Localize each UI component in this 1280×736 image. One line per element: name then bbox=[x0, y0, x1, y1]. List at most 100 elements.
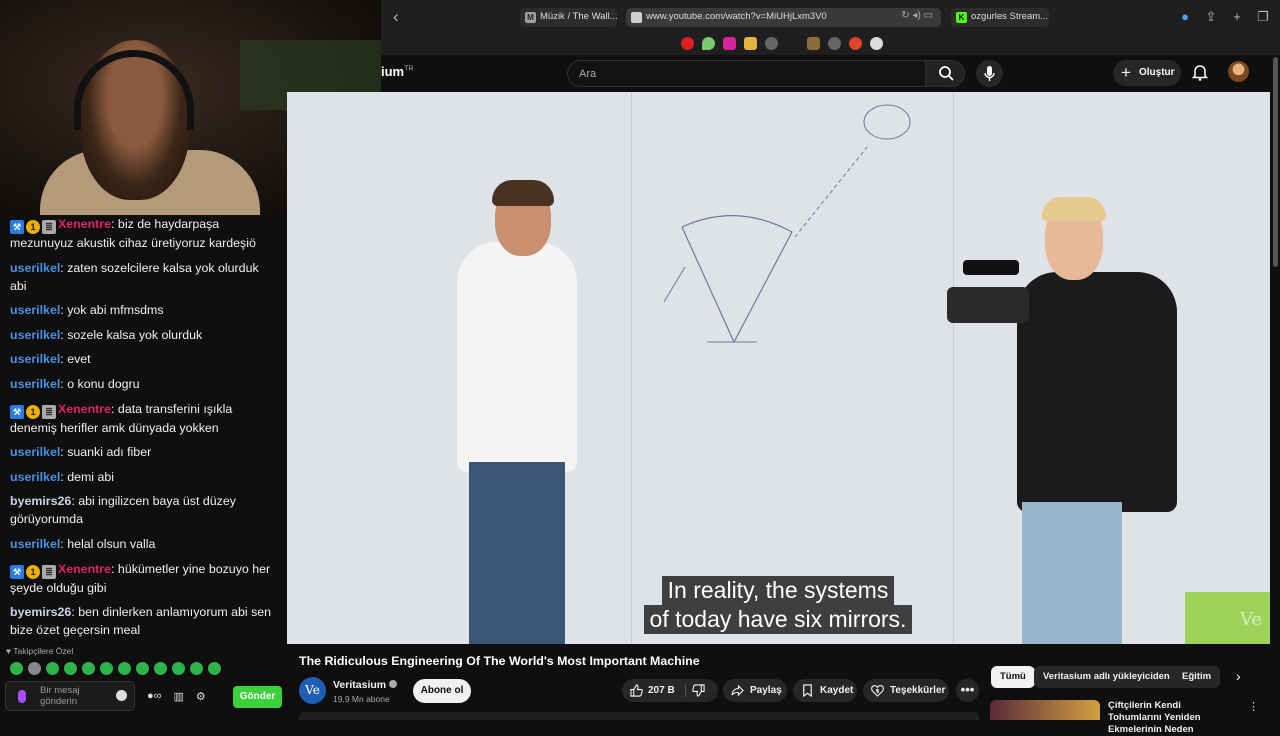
recommended-video-title[interactable]: Çiftçilerin Kendi Tohumlarını Yeniden Ek… bbox=[1108, 700, 1233, 736]
chat-text: o konu dogru bbox=[67, 376, 140, 391]
scrollbar-thumb[interactable] bbox=[1273, 57, 1278, 267]
more-vertical-icon[interactable]: ⋮ bbox=[1248, 700, 1259, 713]
cameraman-shirt bbox=[1017, 272, 1177, 512]
chat-username[interactable]: userilkel bbox=[10, 352, 60, 366]
emote-icon[interactable] bbox=[64, 662, 77, 675]
chat-username[interactable]: userilkel bbox=[10, 303, 60, 317]
thumbs-down-icon[interactable] bbox=[692, 684, 705, 697]
chevron-right-icon[interactable]: › bbox=[1236, 668, 1241, 684]
settings-bookmark-icon[interactable] bbox=[870, 37, 883, 50]
divider bbox=[685, 684, 686, 697]
emote-icon[interactable] bbox=[172, 662, 185, 675]
instagram-bookmark-icon[interactable] bbox=[723, 37, 736, 50]
more-actions-button[interactable]: ••• bbox=[956, 679, 979, 702]
store-icon[interactable]: ▥ bbox=[174, 690, 184, 703]
address-bar[interactable]: www.youtube.com/watch?v=MiUHjLxm3V0 ↻ ◂)… bbox=[626, 8, 941, 27]
chat-message-input[interactable]: Bir mesaj gönderin bbox=[5, 681, 135, 711]
share-button[interactable]: Paylaş bbox=[723, 679, 787, 702]
emote-icon[interactable] bbox=[136, 662, 149, 675]
video-player[interactable]: In reality, the systems of today have si… bbox=[287, 92, 1270, 644]
youtube-header: iumTR Ara + Oluştur bbox=[381, 55, 1280, 92]
chat-username[interactable]: userilkel bbox=[10, 377, 60, 391]
chat-username[interactable]: userilkel bbox=[10, 537, 60, 551]
emote-icon[interactable] bbox=[46, 662, 59, 675]
subtitle-line: In reality, the systems bbox=[661, 576, 895, 605]
like-count[interactable]: 207 B bbox=[648, 679, 675, 702]
subscribe-button[interactable]: Abone ol bbox=[413, 679, 471, 703]
chat-username[interactable]: userilkel bbox=[10, 445, 60, 459]
gear-icon[interactable]: ⚙ bbox=[196, 690, 206, 703]
reddit-bookmark-icon[interactable] bbox=[849, 37, 862, 50]
recommended-video-thumbnail[interactable] bbox=[990, 700, 1100, 720]
back-arrow-icon[interactable]: ‹ bbox=[393, 8, 411, 26]
page-scrollbar[interactable] bbox=[1270, 55, 1280, 720]
subscriber-badge-icon: ≣ bbox=[42, 404, 56, 419]
youtube-bookmark-icon[interactable] bbox=[681, 37, 694, 50]
extension-icon[interactable]: ● bbox=[1178, 9, 1192, 25]
youtube-logo[interactable]: iumTR bbox=[381, 64, 413, 79]
thumbs-up-icon[interactable] bbox=[630, 684, 643, 697]
microphone-icon[interactable] bbox=[18, 690, 26, 703]
save-button[interactable]: Kaydet bbox=[793, 679, 857, 702]
chip-all[interactable]: Tümü bbox=[991, 666, 1035, 688]
emote-icon[interactable] bbox=[190, 662, 203, 675]
tabs-overview-icon[interactable]: ❐ bbox=[1256, 9, 1270, 25]
share-label: Paylaş bbox=[750, 685, 782, 696]
moderator-badge-icon: ⚒ bbox=[10, 564, 24, 579]
infinity-icon[interactable]: ●∞ bbox=[147, 690, 162, 703]
dollar-heart-icon: $ bbox=[871, 685, 884, 697]
chat-text: helal olsun valla bbox=[67, 536, 156, 551]
leaf-bookmark-icon[interactable] bbox=[702, 37, 715, 50]
tab-music[interactable]: M Müzik / The Wall... bbox=[520, 8, 617, 27]
camera-microphone bbox=[963, 260, 1019, 275]
rank-badge-icon: 1 bbox=[26, 404, 40, 419]
new-tab-icon[interactable]: + bbox=[1230, 9, 1244, 25]
reload-icon[interactable]: ↻ ◂) ▭ bbox=[901, 10, 933, 21]
chat-username[interactable]: userilkel bbox=[10, 328, 60, 342]
search-input[interactable]: Ara bbox=[567, 60, 925, 87]
channel-avatar[interactable]: Ve bbox=[299, 677, 326, 704]
emote-icon[interactable] bbox=[208, 662, 221, 675]
chat-username[interactable]: userilkel bbox=[10, 261, 60, 275]
share-icon[interactable]: ⇪ bbox=[1204, 9, 1218, 25]
emote-icon[interactable] bbox=[100, 662, 113, 675]
search-icon bbox=[939, 66, 954, 81]
voice-search-button[interactable] bbox=[976, 60, 1003, 87]
chat-username[interactable]: byemirs26 bbox=[10, 605, 71, 619]
account-avatar[interactable] bbox=[1228, 61, 1249, 82]
more-horizontal-icon: ••• bbox=[960, 682, 975, 697]
thanks-button[interactable]: $ Teşekkürler bbox=[863, 679, 949, 702]
chat-username[interactable]: Xenentre bbox=[58, 402, 111, 416]
chat-username[interactable]: Xenentre bbox=[58, 562, 111, 576]
notifications-bell-icon[interactable] bbox=[1190, 62, 1210, 82]
emote-icon[interactable] bbox=[10, 662, 23, 675]
video-subtitles: In reality, the systems of today have si… bbox=[634, 576, 922, 634]
send-button[interactable]: Gönder bbox=[233, 686, 282, 708]
chat-message: userilkel: o konu dogru bbox=[10, 376, 140, 391]
youtube-favicon-icon bbox=[631, 12, 642, 23]
f-bookmark-icon[interactable] bbox=[807, 37, 820, 50]
create-label: Oluştur bbox=[1139, 67, 1175, 78]
chat-username[interactable]: Xenentre bbox=[58, 217, 111, 231]
emote-icon[interactable] bbox=[28, 662, 41, 675]
emote-icon[interactable] bbox=[154, 662, 167, 675]
chat-message: ⚒ 1 ≣ Xenentre: biz de haydarpaşa mezunuyuz… bbox=[10, 217, 256, 250]
emote-icon[interactable] bbox=[82, 662, 95, 675]
chip-from-uploader[interactable]: Veritasium adlı yükleyiciden bbox=[1034, 666, 1179, 688]
globe-bookmark-icon[interactable] bbox=[828, 37, 841, 50]
description-box[interactable] bbox=[299, 712, 979, 720]
globe-bookmark-icon[interactable] bbox=[765, 37, 778, 50]
chat-username[interactable]: userilkel bbox=[10, 470, 60, 484]
browser-actions: ● ⇪ + ❐ bbox=[1178, 9, 1270, 25]
chat-username[interactable]: byemirs26 bbox=[10, 494, 71, 508]
notes-bookmark-icon[interactable] bbox=[744, 37, 757, 50]
emoji-icon[interactable] bbox=[116, 690, 127, 701]
chip-education[interactable]: Eğitim bbox=[1173, 666, 1221, 688]
kick-favicon-icon: K bbox=[956, 12, 967, 23]
tab-kick-stream[interactable]: K ozgurles Stream... bbox=[951, 8, 1049, 27]
channel-name[interactable]: Veritasium bbox=[333, 679, 398, 691]
search-button[interactable] bbox=[925, 60, 965, 87]
create-button[interactable]: + Oluştur bbox=[1113, 60, 1181, 86]
emote-icon[interactable] bbox=[118, 662, 131, 675]
